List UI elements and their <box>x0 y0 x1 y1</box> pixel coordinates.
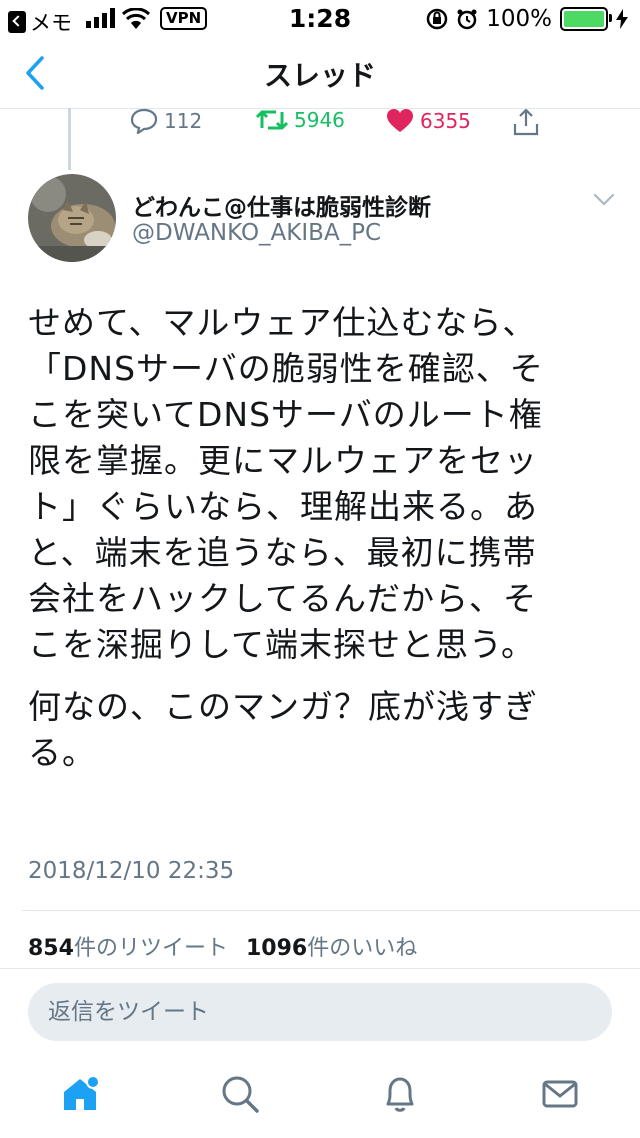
divider <box>22 910 640 911</box>
battery-percent: 100% <box>486 6 552 32</box>
retweet-action[interactable]: 5946 <box>256 108 345 132</box>
charging-icon <box>616 9 628 29</box>
battery-icon <box>560 7 612 31</box>
rotation-lock-icon <box>426 8 448 30</box>
share-action[interactable] <box>512 108 540 136</box>
retweet-count: 5946 <box>294 108 345 132</box>
reply-count: 112 <box>164 109 203 133</box>
tweet-line: ト」ぐらいなら、理解出来る。あ <box>28 487 538 526</box>
alarm-icon <box>457 9 477 30</box>
search-icon[interactable] <box>220 1074 260 1114</box>
tweet-text: せめて、マルウェア仕込むなら、 「DNSサーバの脆弱性を確認、そ こを突いてDN… <box>28 300 624 776</box>
like-stat-count: 1096 <box>245 936 308 961</box>
cat-avatar-image <box>28 174 116 262</box>
nav-bar: スレッド <box>0 40 640 109</box>
reply-icon <box>130 108 158 134</box>
caret-down-icon[interactable] <box>593 193 615 207</box>
author-name[interactable]: どわんこ@仕事は脆弱性診断 <box>132 188 431 222</box>
retweet-stat[interactable]: 854件のリツイート <box>28 930 228 962</box>
divider <box>0 968 640 969</box>
reply-input[interactable]: 返信をツイート <box>28 983 612 1041</box>
page-title: スレッド <box>263 59 376 92</box>
tweet-paragraph-2: 何なの、このマンガ？底が浅すぎ る。 <box>28 684 624 776</box>
prev-tweet-actions: 112 5946 6355 <box>0 108 640 142</box>
retweet-icon <box>256 110 288 130</box>
tweet-line: こを深掘りして端末探せと思う。 <box>28 625 536 664</box>
heart-icon <box>387 109 413 132</box>
mail-icon[interactable] <box>540 1074 580 1114</box>
share-icon <box>513 108 539 136</box>
avatar[interactable] <box>28 174 116 262</box>
tweet-line: る。 <box>28 733 96 772</box>
retweet-stat-label: 件のリツイート <box>73 936 228 961</box>
tweet-line: と、端末を追うなら、最初に携帯 <box>28 533 537 572</box>
tweet-line: 「DNSサーバの脆弱性を確認、そ <box>28 349 544 388</box>
tweet-line: せめて、マルウェア仕込むなら、 <box>28 303 537 342</box>
home-icon[interactable] <box>60 1074 100 1114</box>
reply-action[interactable]: 112 <box>130 108 202 134</box>
retweet-stat-count: 854 <box>28 936 74 961</box>
status-bar: メモ VPN 1:28 100% <box>0 0 640 40</box>
tweet-timestamp: 2018/12/10 22:35 <box>28 858 235 884</box>
like-action[interactable]: 6355 <box>386 108 471 134</box>
tweet-line: 何なの、このマンガ？底が浅すぎ <box>28 687 538 726</box>
author-handle[interactable]: @DWANKO_AKIBA_PC <box>132 220 381 246</box>
like-stat[interactable]: 1096件のいいね <box>246 930 417 962</box>
like-count: 6355 <box>420 109 471 133</box>
tweet-paragraph-1: せめて、マルウェア仕込むなら、 「DNSサーバの脆弱性を確認、そ こを突いてDN… <box>28 300 624 668</box>
tweet-line: 限を掌握。更にマルウェアをセッ <box>28 441 538 480</box>
tweet-line: こを突いてDNSサーバのルート権 <box>28 395 543 434</box>
bell-icon[interactable] <box>380 1074 420 1114</box>
like-stat-label: 件のいいね <box>307 936 418 961</box>
tweet-stats: 854件のリツイート 1096件のいいね <box>28 930 417 962</box>
tweet-line: 会社をハックしてるんだから、そ <box>28 579 538 618</box>
tab-bar <box>0 1060 640 1138</box>
